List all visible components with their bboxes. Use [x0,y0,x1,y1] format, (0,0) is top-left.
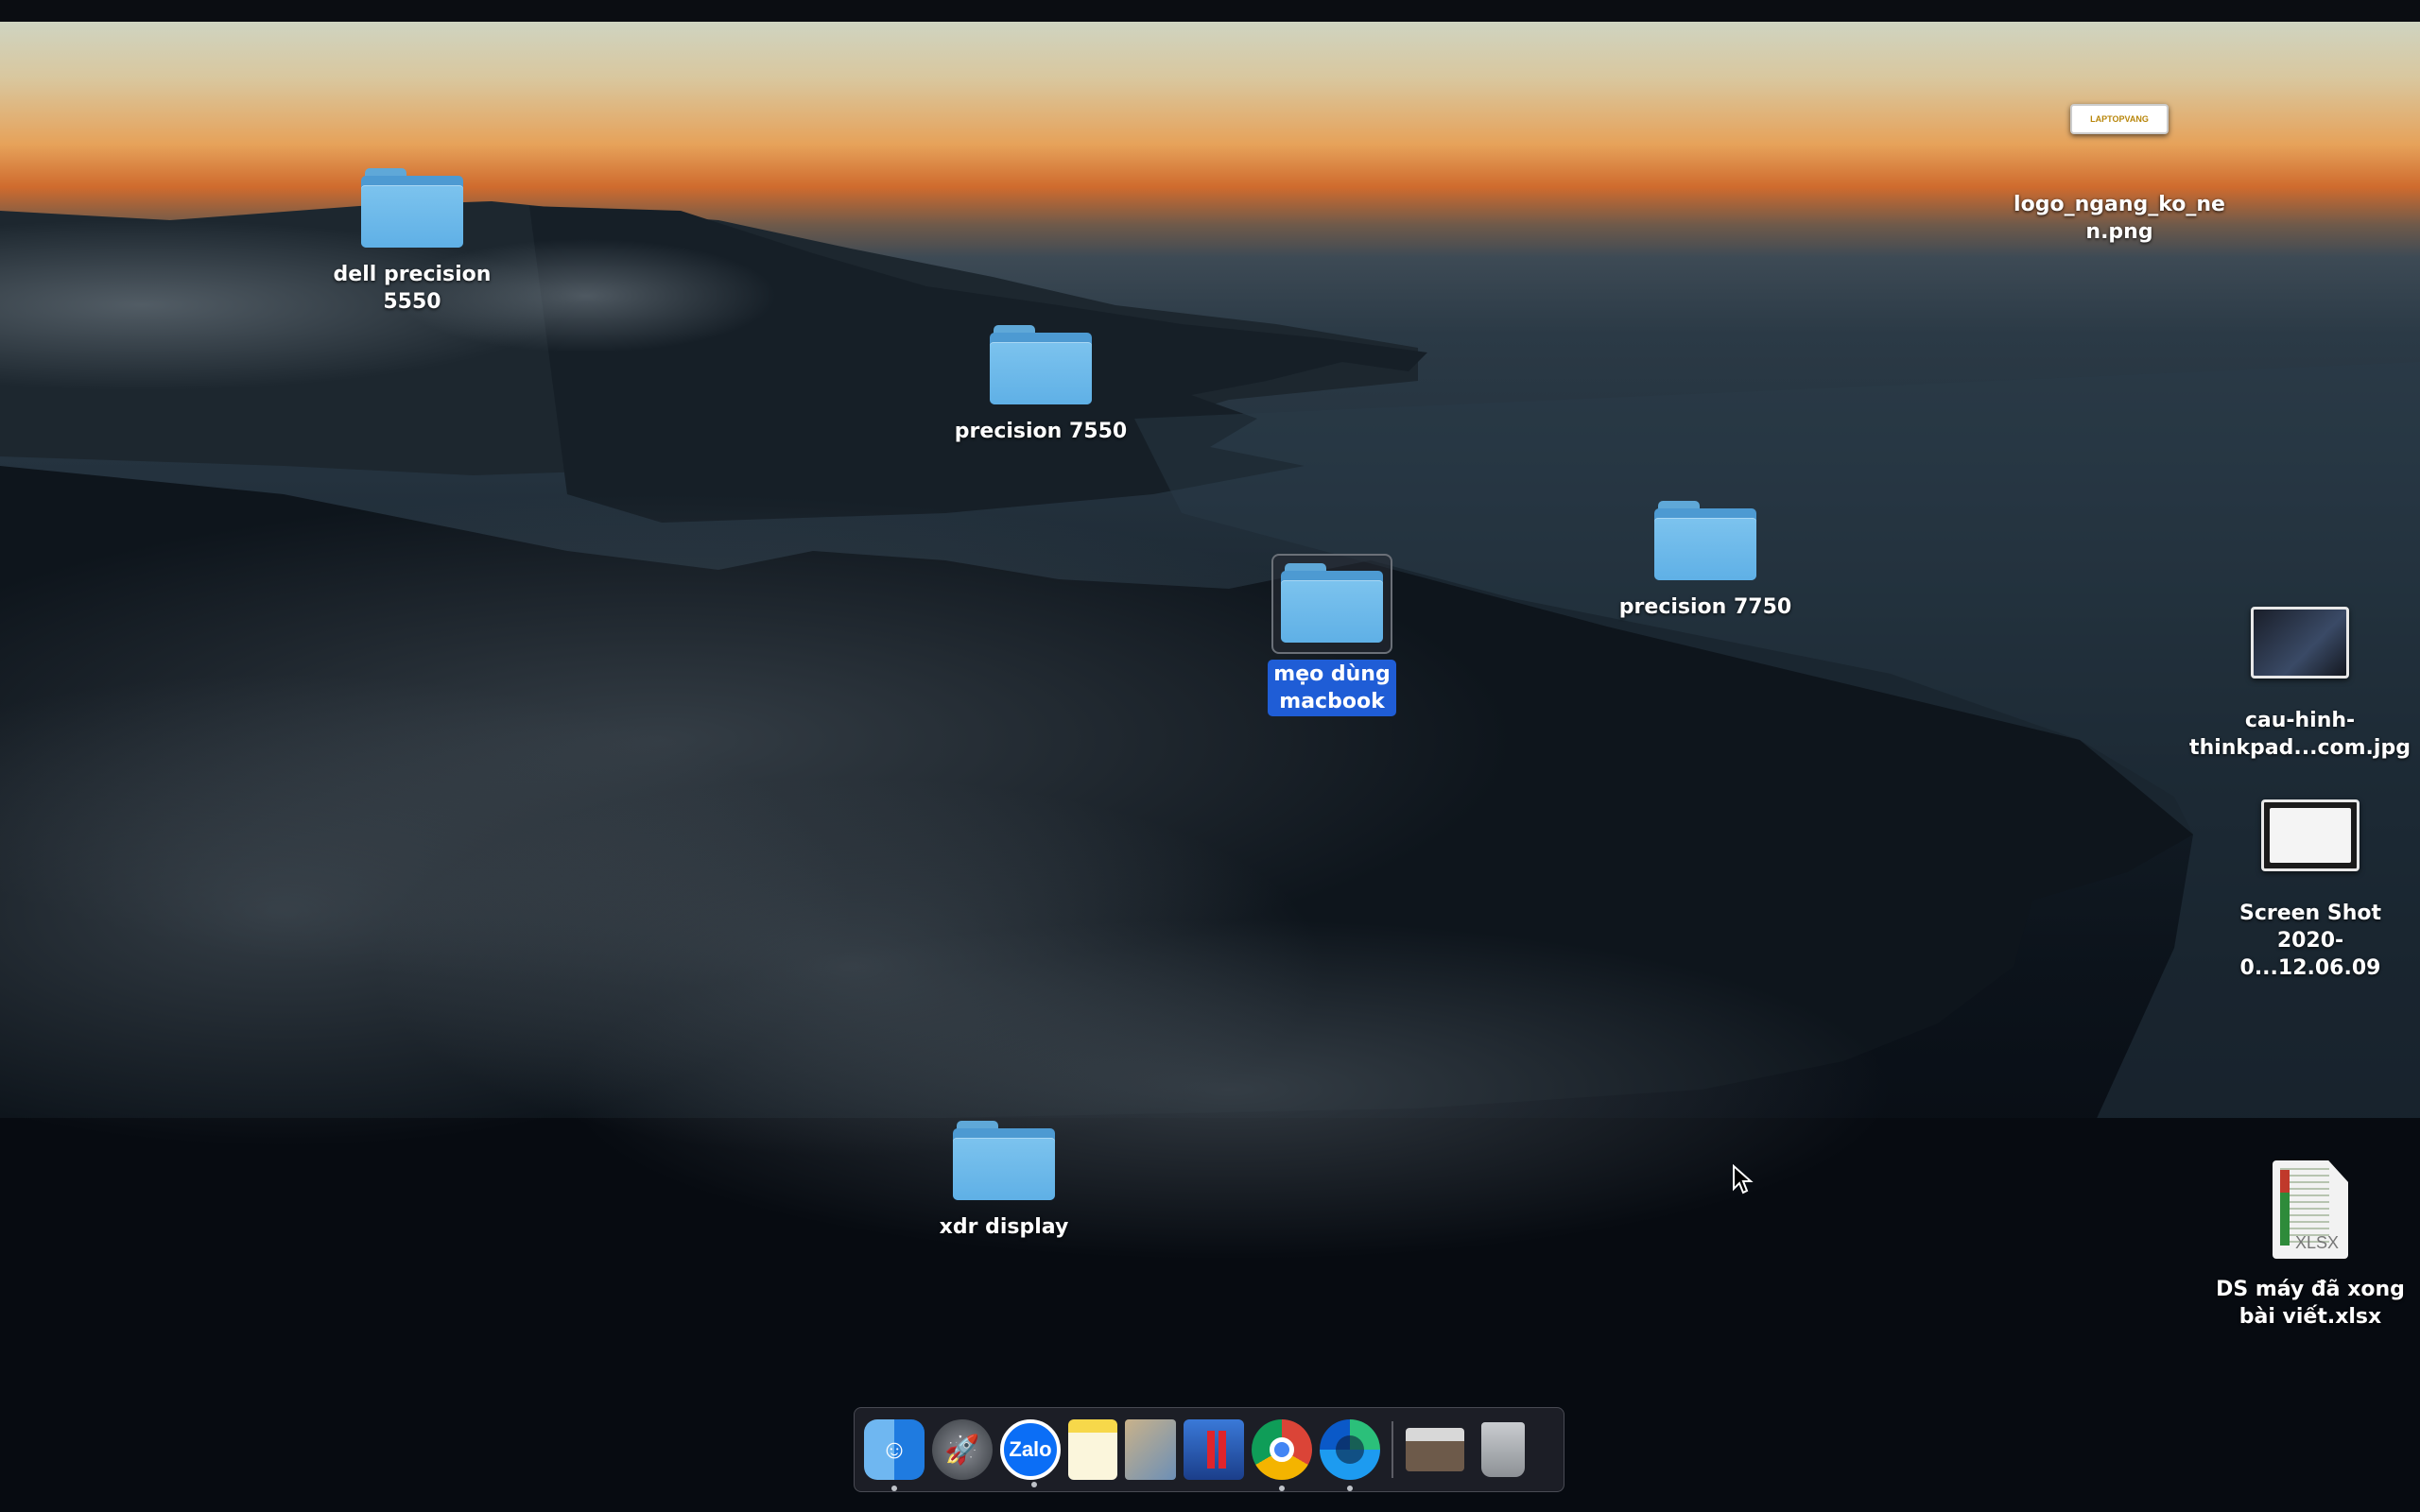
item-label: mẹo dùng macbook [1268,660,1396,716]
dock-downloads-stack-icon[interactable] [1405,1419,1465,1480]
image-thumbnail: LAPTOPVANG [2070,104,2169,134]
file-logo-png[interactable]: LAPTOPVANG logo_ngang_ko_ne n.png [2014,104,2225,246]
file-xlsx[interactable]: XLSX DS máy đã xong bài viết.xlsx [2206,1160,2414,1331]
dock-trash-icon[interactable] [1473,1419,1533,1480]
folder-precision-7550[interactable]: precision 7550 [937,319,1145,445]
spreadsheet-icon: XLSX [2273,1160,2348,1259]
file-cau-hinh-jpg[interactable]: cau-hinh- thinkpad...com.jpg [2189,607,2411,762]
image-thumbnail [2251,607,2349,679]
xlsx-ext-label: XLSX [2294,1233,2339,1252]
dock: ☺ 🚀 Zalo [854,1407,1564,1492]
mouse-cursor-icon [1733,1164,1754,1194]
selection-highlight [1271,554,1392,654]
logo-thumb-text: LAPTOPVANG [2090,114,2149,124]
file-screenshot[interactable]: Screen Shot 2020-0...12.06.09 [2206,799,2414,982]
folder-icon [1654,501,1756,580]
folder-icon [361,168,463,248]
dock-edge-icon[interactable] [1320,1419,1380,1491]
image-thumbnail [2261,799,2360,871]
dock-zalo-icon[interactable]: Zalo [1000,1419,1061,1487]
folder-precision-7750[interactable]: precision 7750 [1601,495,1809,621]
folder-icon [1281,563,1383,643]
folder-icon [953,1121,1055,1200]
dock-preview-icon[interactable] [1125,1419,1176,1480]
dock-chrome-icon[interactable] [1252,1419,1312,1491]
item-label: logo_ngang_ko_ne n.png [2014,193,2225,244]
dock-launchpad-icon[interactable]: 🚀 [932,1419,993,1480]
item-label: precision 7550 [954,420,1128,443]
dock-separator [1392,1421,1393,1478]
folder-dell-precision-5550[interactable]: dell precision 5550 [308,163,516,316]
folder-icon [990,325,1092,404]
item-label: Screen Shot 2020-0...12.06.09 [2238,902,2382,980]
item-label: cau-hinh- thinkpad...com.jpg [2189,709,2411,760]
dock-finder-icon[interactable]: ☺ [864,1419,925,1491]
zalo-label: Zalo [1009,1437,1052,1461]
folder-xdr-display[interactable]: xdr display [900,1115,1108,1241]
item-label: dell precision 5550 [333,263,492,314]
dock-notes-icon[interactable] [1068,1419,1117,1480]
folder-meo-dung-macbook[interactable]: mẹo dùng macbook [1228,554,1436,716]
dock-parallels-icon[interactable] [1184,1419,1244,1480]
menu-bar [0,0,2420,22]
item-label: xdr display [939,1215,1069,1239]
item-label: DS máy đã xong bài viết.xlsx [2216,1278,2405,1329]
item-label: precision 7750 [1618,595,1792,619]
